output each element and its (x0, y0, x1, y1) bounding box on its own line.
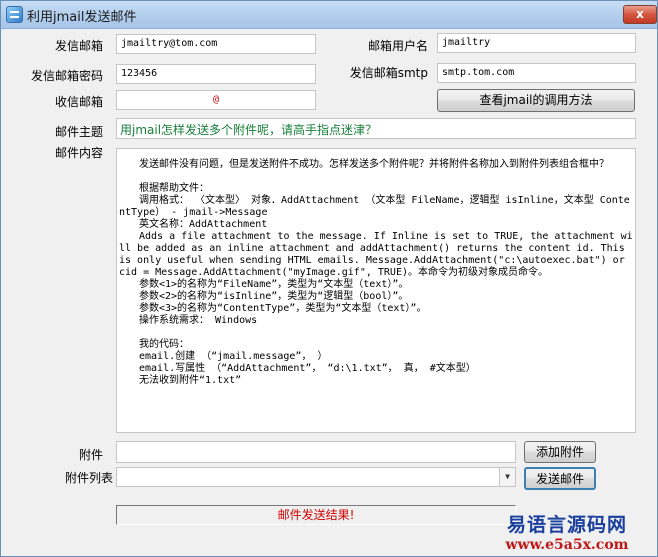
subject-label: 邮件主题 (54, 125, 103, 139)
close-button[interactable]: x (623, 5, 657, 24)
view-jmail-method-button[interactable]: 查看jmail的调用方法 (437, 89, 635, 112)
watermark-url: www.e5a5x.com (505, 537, 629, 553)
recipient-input[interactable]: @ (116, 90, 316, 110)
sender-email-label: 发信邮箱 (54, 39, 103, 53)
mail-user-input[interactable]: jmailtry (437, 33, 636, 53)
title-bar[interactable]: 利用jmail发送邮件 x (1, 1, 657, 29)
attachment-input[interactable] (116, 441, 516, 463)
chevron-down-icon[interactable]: ▼ (499, 468, 515, 486)
recipient-label: 收信邮箱 (54, 95, 103, 109)
window-title: 利用jmail发送邮件 (27, 10, 137, 25)
smtp-input[interactable]: smtp.tom.com (437, 63, 636, 83)
sender-password-input[interactable]: 123456 (116, 64, 316, 84)
sender-email-input[interactable]: jmailtry@tom.com (116, 34, 316, 54)
send-result-status: 邮件发送结果! (116, 505, 516, 525)
sender-password-label: 发信邮箱密码 (30, 69, 103, 83)
subject-input[interactable]: 用jmail怎样发送多个附件呢，请高手指点迷津？ (116, 118, 636, 139)
site-watermark-logo: 易语言源码网 www.e5a5x.com (499, 510, 635, 553)
add-attachment-button[interactable]: 添加附件 (524, 441, 596, 463)
content-label: 邮件内容 (54, 146, 103, 160)
mail-user-label: 邮箱用户名 (367, 39, 428, 53)
main-window: 利用jmail发送邮件 x 发信邮箱 jmailtry@tom.com 邮箱用户… (0, 0, 658, 557)
watermark-title: 易语言源码网 (506, 514, 627, 536)
attachment-list-combobox[interactable]: ▼ (116, 467, 516, 487)
content-textarea[interactable]: 发送邮件没有问题，但是发送附件不成功。怎样发送多个附件呢？并将附件名称加入到附件… (116, 148, 636, 433)
app-icon (6, 6, 23, 23)
attachment-label: 附件 (78, 448, 103, 462)
smtp-label: 发信邮箱smtp (349, 66, 428, 80)
send-mail-button[interactable]: 发送邮件 (524, 467, 596, 490)
attachment-list-label: 附件列表 (64, 471, 113, 485)
